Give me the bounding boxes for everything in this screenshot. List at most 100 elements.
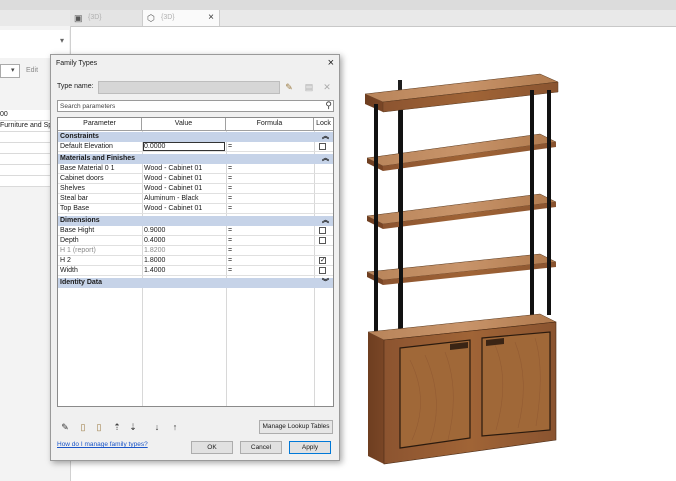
param-formula[interactable]: = — [226, 266, 314, 275]
param-value[interactable]: Wood - Cabinet 01 — [142, 184, 226, 193]
column-header-formula[interactable]: Formula — [226, 118, 314, 131]
param-formula[interactable]: = — [226, 142, 314, 151]
param-value[interactable]: 0.0000 — [142, 142, 226, 151]
lock-checkbox[interactable] — [319, 143, 326, 150]
lock-cell[interactable] — [314, 142, 333, 151]
table-row[interactable]: Depth 0.4000 = — [58, 236, 333, 246]
param-value[interactable]: 1.8000 — [142, 256, 226, 265]
new-type-icon[interactable]: ✎ — [283, 82, 295, 93]
parameter-grid: Parameter Value Formula Lock Constraints… — [57, 117, 334, 407]
tab-floor-plan[interactable]: ▣ {3D} — [70, 10, 142, 26]
param-value[interactable]: 1.4000 — [142, 266, 226, 275]
type-name-dropdown[interactable] — [98, 81, 280, 94]
shelving-cabinet-model — [364, 73, 559, 465]
delete-parameter-icon[interactable]: ▯ — [93, 421, 105, 433]
type-selector-dropdown[interactable] — [0, 64, 20, 78]
param-name: Base Hight — [60, 227, 95, 234]
close-icon[interactable]: × — [328, 57, 334, 69]
view-tab-strip: ▣ {3D} ⬡ {3D} × — [0, 10, 676, 27]
expand-icon[interactable]: ︾ — [322, 278, 329, 288]
title-bar — [0, 0, 676, 10]
lock-checkbox[interactable] — [319, 227, 326, 234]
rename-type-icon[interactable]: ▤ — [303, 82, 315, 93]
group-header-constraints[interactable]: Constraints ︽ — [58, 132, 333, 142]
table-row[interactable]: H 1 (report) 1.8200 = — [58, 246, 333, 256]
table-row[interactable]: Shelves Wood - Cabinet 01 = — [58, 184, 333, 194]
table-row[interactable]: H 2 1.8000 = ✓ — [58, 256, 333, 266]
lock-checkbox-checked[interactable]: ✓ — [319, 257, 326, 264]
lock-checkbox[interactable] — [319, 237, 326, 244]
param-formula[interactable]: = — [226, 236, 314, 245]
param-value[interactable]: Wood - Cabinet 01 — [142, 204, 226, 213]
table-row[interactable]: Steal bar Aluminum - Black = — [58, 194, 333, 204]
lock-checkbox[interactable] — [319, 267, 326, 274]
param-formula[interactable]: = — [226, 174, 314, 183]
sort-ascending-icon[interactable]: ↓ — [151, 421, 163, 433]
ok-button[interactable]: OK — [191, 441, 233, 454]
table-row[interactable]: Default Elevation 0.0000 = — [58, 142, 333, 152]
param-name: Top Base — [60, 205, 90, 212]
manage-lookup-tables-button[interactable]: Manage Lookup Tables — [259, 420, 333, 434]
lock-cell[interactable]: ✓ — [314, 256, 333, 265]
param-formula[interactable]: = — [226, 246, 314, 255]
group-header-identity-data[interactable]: Identity Data ︾ — [58, 278, 333, 288]
param-formula[interactable]: = — [226, 226, 314, 235]
move-up-icon[interactable]: ⇡ — [111, 421, 123, 433]
tab-label: {3D} — [161, 14, 175, 21]
apply-button[interactable]: Apply — [289, 441, 331, 454]
param-name: Default Elevation — [60, 143, 113, 150]
tab-label: {3D} — [88, 14, 102, 21]
param-formula[interactable]: = — [226, 194, 314, 203]
3d-viewport[interactable] — [350, 70, 570, 470]
param-value[interactable]: Wood - Cabinet 01 — [142, 164, 226, 173]
param-name: Width — [60, 267, 78, 274]
group-title: Constraints — [60, 133, 99, 140]
column-header-parameter[interactable]: Parameter — [58, 118, 142, 131]
param-name: Base Material 0 1 — [60, 165, 115, 172]
search-box[interactable]: ⚲ — [57, 100, 334, 112]
lock-cell[interactable] — [314, 266, 333, 275]
sort-descending-icon[interactable]: ↑ — [169, 421, 181, 433]
param-formula[interactable]: = — [226, 184, 314, 193]
param-value[interactable]: 0.4000 — [142, 236, 226, 245]
param-value[interactable]: Wood - Cabinet 01 — [142, 174, 226, 183]
edit-parameter-icon[interactable]: ✎ — [59, 421, 71, 433]
group-header-dimensions[interactable]: Dimensions ︽ — [58, 216, 333, 226]
lock-cell[interactable] — [314, 236, 333, 245]
dialog-title: Family Types — [56, 60, 98, 67]
collapse-icon[interactable]: ︽ — [322, 216, 329, 226]
lock-cell[interactable] — [314, 226, 333, 235]
new-parameter-icon[interactable]: ▯ — [77, 421, 89, 433]
search-input[interactable] — [58, 101, 320, 111]
cancel-button[interactable]: Cancel — [240, 441, 282, 454]
chevron-down-icon[interactable]: ▾ — [11, 66, 15, 74]
group-title: Dimensions — [60, 217, 100, 224]
param-name: Cabinet doors — [60, 175, 104, 182]
close-icon[interactable]: × — [208, 12, 214, 23]
table-row[interactable]: Width 1.4000 = — [58, 266, 333, 276]
group-title: Identity Data — [60, 279, 103, 286]
table-row[interactable]: Base Hight 0.9000 = — [58, 226, 333, 236]
edit-type-button[interactable]: Edit — [26, 67, 38, 74]
help-link[interactable]: How do I manage family types? — [57, 441, 148, 448]
param-formula[interactable]: = — [226, 164, 314, 173]
search-icon[interactable]: ⚲ — [325, 100, 332, 111]
param-value: 1.8200 — [144, 247, 166, 254]
column-header-lock[interactable]: Lock — [314, 118, 333, 131]
chevron-down-icon[interactable]: ▾ — [60, 36, 64, 45]
move-down-icon[interactable]: ⇣ — [127, 421, 139, 433]
tab-3d-view[interactable]: ⬡ {3D} × — [142, 10, 220, 26]
collapse-icon[interactable]: ︽ — [322, 132, 329, 142]
table-row[interactable]: Base Material 0 1 Wood - Cabinet 01 = — [58, 164, 333, 174]
group-header-materials[interactable]: Materials and Finishes ︽ — [58, 154, 333, 164]
family-types-dialog: Family Types × Type name: ✎ ▤ ✕ ⚲ Parame… — [50, 54, 340, 461]
param-value[interactable]: 0.9000 — [142, 226, 226, 235]
delete-type-icon[interactable]: ✕ — [321, 82, 333, 93]
table-row[interactable]: Cabinet doors Wood - Cabinet 01 = — [58, 174, 333, 184]
param-formula[interactable]: = — [226, 256, 314, 265]
param-formula[interactable]: = — [226, 204, 314, 213]
collapse-icon[interactable]: ︽ — [322, 154, 329, 164]
param-value[interactable]: Aluminum - Black — [142, 194, 226, 203]
column-header-value[interactable]: Value — [142, 118, 226, 131]
table-row[interactable]: Top Base Wood - Cabinet 01 = — [58, 204, 333, 214]
